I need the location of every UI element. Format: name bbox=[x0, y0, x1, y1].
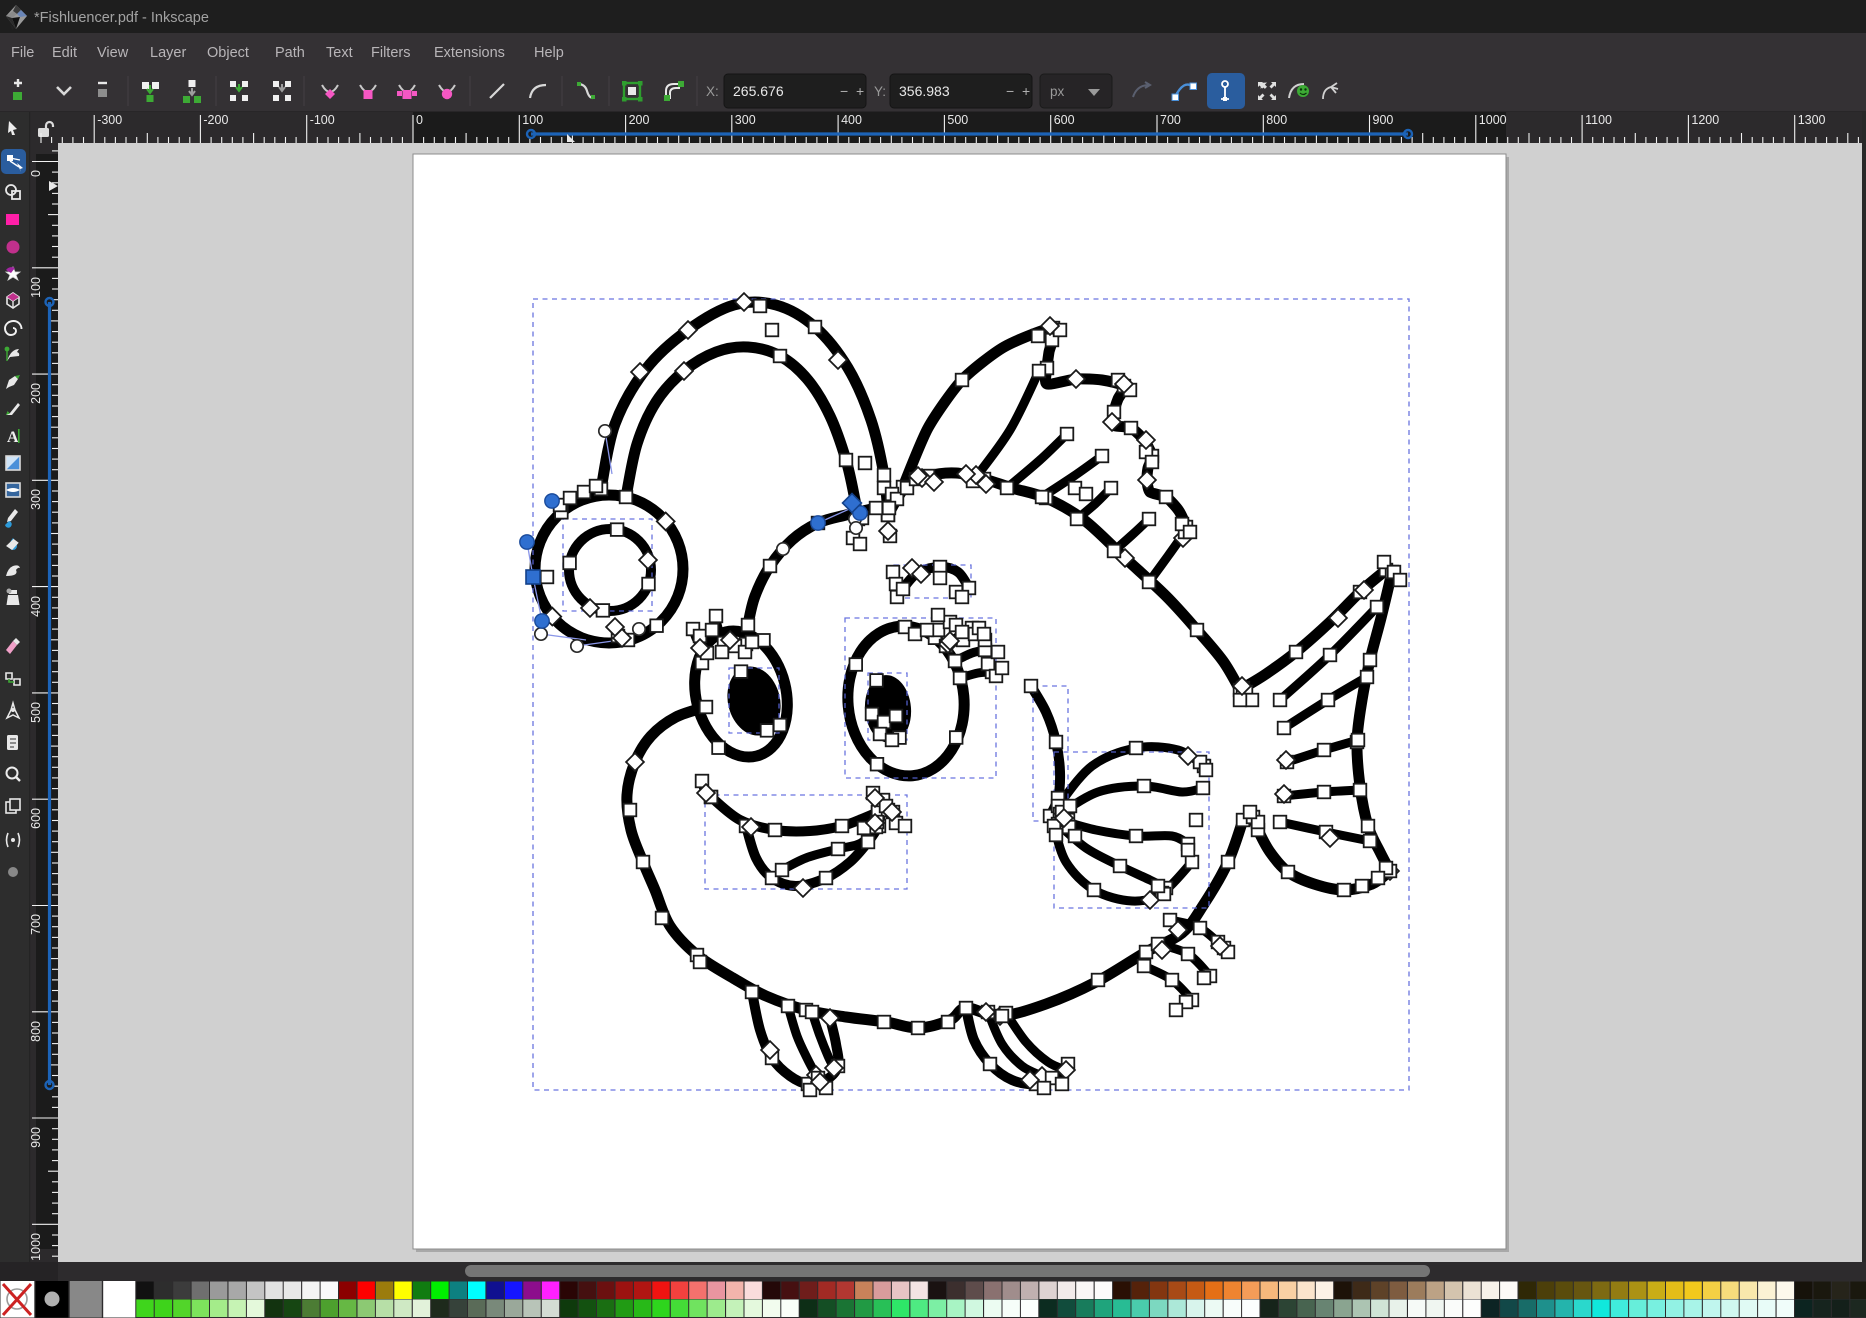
svg-text:356.983: 356.983 bbox=[899, 83, 950, 99]
svg-text:X:: X: bbox=[706, 84, 719, 99]
svg-text:265.676: 265.676 bbox=[733, 83, 784, 99]
svg-text:−: − bbox=[1006, 83, 1014, 99]
svg-text:Filters: Filters bbox=[371, 45, 410, 61]
svg-text:700: 700 bbox=[29, 914, 43, 935]
svg-text:Edit: Edit bbox=[52, 45, 77, 61]
svg-text:400: 400 bbox=[29, 596, 43, 617]
svg-text:Help: Help bbox=[534, 45, 564, 61]
svg-text:-200: -200 bbox=[203, 113, 228, 127]
svg-text:1200: 1200 bbox=[1691, 113, 1719, 127]
svg-text:+: + bbox=[1022, 83, 1030, 99]
svg-text:-300: -300 bbox=[97, 113, 122, 127]
svg-text:−: − bbox=[840, 83, 848, 99]
svg-text:200: 200 bbox=[629, 113, 650, 127]
svg-text:200: 200 bbox=[29, 383, 43, 404]
svg-text:A: A bbox=[7, 429, 19, 446]
svg-text:+: + bbox=[856, 83, 864, 99]
svg-text:600: 600 bbox=[1054, 113, 1075, 127]
svg-text:900: 900 bbox=[1373, 113, 1394, 127]
svg-text:Path: Path bbox=[275, 45, 305, 61]
svg-text:800: 800 bbox=[29, 1021, 43, 1042]
svg-text:File: File bbox=[11, 45, 34, 61]
svg-text:1000: 1000 bbox=[29, 1233, 43, 1261]
svg-text:1100: 1100 bbox=[1585, 113, 1612, 127]
svg-text:300: 300 bbox=[735, 113, 756, 127]
svg-text:View: View bbox=[97, 45, 129, 61]
svg-text:100: 100 bbox=[29, 277, 43, 298]
svg-text:Extensions: Extensions bbox=[434, 45, 505, 61]
svg-text:px: px bbox=[1050, 84, 1065, 99]
svg-text:0: 0 bbox=[416, 113, 423, 127]
svg-text:900: 900 bbox=[29, 1127, 43, 1148]
svg-text:400: 400 bbox=[841, 113, 862, 127]
svg-text:100: 100 bbox=[522, 113, 543, 127]
svg-text:1000: 1000 bbox=[1479, 113, 1507, 127]
svg-text:1300: 1300 bbox=[1798, 113, 1826, 127]
svg-text:500: 500 bbox=[947, 113, 968, 127]
svg-text:600: 600 bbox=[29, 808, 43, 829]
svg-text:Y:: Y: bbox=[874, 84, 886, 99]
svg-text:-100: -100 bbox=[310, 113, 335, 127]
svg-text:300: 300 bbox=[29, 489, 43, 510]
svg-text:700: 700 bbox=[1160, 113, 1181, 127]
svg-text:*Fishluencer.pdf - Inkscape: *Fishluencer.pdf - Inkscape bbox=[34, 10, 209, 26]
svg-text:0: 0 bbox=[29, 170, 43, 177]
svg-text:Object: Object bbox=[207, 45, 249, 61]
svg-text:800: 800 bbox=[1266, 113, 1287, 127]
svg-text:Text: Text bbox=[326, 45, 353, 61]
svg-text:500: 500 bbox=[29, 702, 43, 723]
svg-text:Layer: Layer bbox=[150, 45, 186, 61]
